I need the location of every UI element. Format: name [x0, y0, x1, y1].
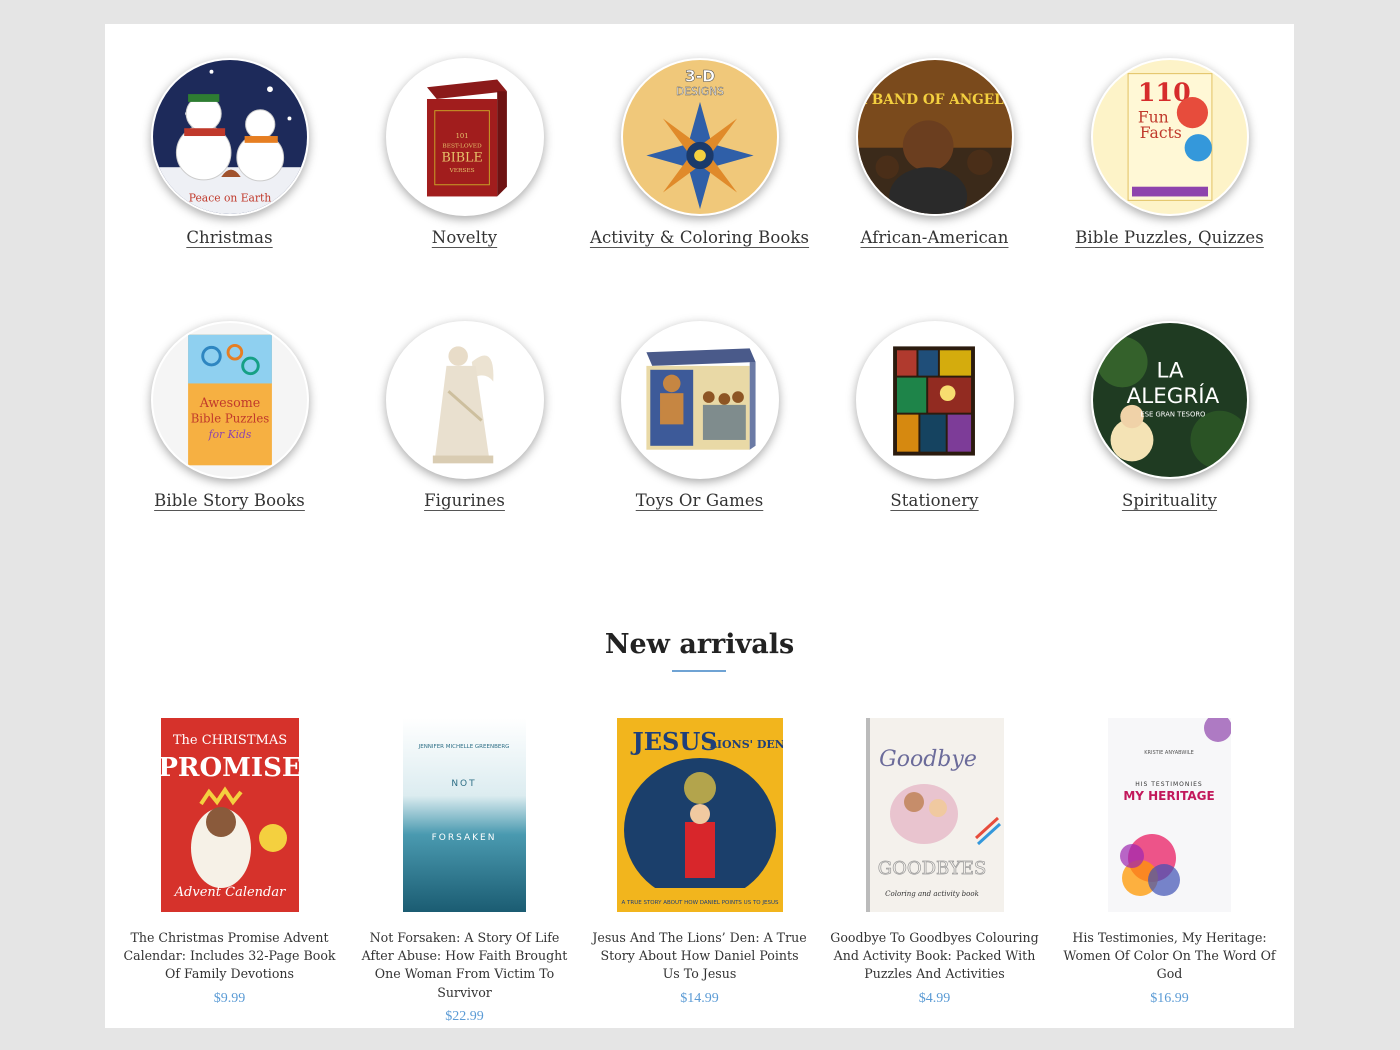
christmas-promise-cover-image: The CHRISTMAS PROMISE Advent Calendar	[160, 718, 299, 912]
category-stationery[interactable]: Stationery	[817, 321, 1052, 510]
product-price: $9.99	[213, 990, 246, 1006]
awesome-bible-puzzles-book-image: Awesome Bible Puzzles for Kids	[152, 323, 307, 477]
product-cover[interactable]: Goodbye GOODBYES Coloring and activity b…	[865, 718, 1004, 912]
svg-text:DESIGNS: DESIGNS	[675, 85, 723, 98]
product-price: $16.99	[1150, 990, 1189, 1006]
category-image-spirituality[interactable]: LA ALEGRÍA ESE GRAN TESORO	[1090, 321, 1249, 479]
category-label-bible-story[interactable]: Bible Story Books	[154, 491, 305, 510]
svg-text:BIBLE: BIBLE	[441, 149, 482, 164]
product-card[interactable]: Goodbye GOODBYES Coloring and activity b…	[817, 718, 1052, 1007]
svg-text:Advent Calendar: Advent Calendar	[173, 885, 285, 900]
angel-figurine-image	[387, 323, 542, 477]
svg-text:Goodbye: Goodbye	[879, 747, 977, 772]
category-label-african[interactable]: African-American	[861, 228, 1009, 247]
category-label-puzzles[interactable]: Bible Puzzles, Quizzes	[1075, 228, 1264, 247]
svg-text:PROMISE: PROMISE	[161, 753, 299, 783]
category-christmas[interactable]: Peace on Earth Christmas	[112, 58, 347, 247]
svg-text:3-D: 3-D	[684, 67, 714, 85]
svg-text:A TRUE STORY ABOUT HOW DANIEL: A TRUE STORY ABOUT HOW DANIEL POINTS US …	[621, 900, 778, 906]
svg-text:JENNIFER MICHELLE GREENBERG: JENNIFER MICHELLE GREENBERG	[418, 744, 510, 750]
svg-text:The CHRISTMAS: The CHRISTMAS	[172, 733, 286, 748]
category-image-puzzles[interactable]: 110 Fun Facts	[1090, 58, 1249, 216]
category-image-figurines[interactable]	[385, 321, 544, 479]
category-image-bible-story[interactable]: Awesome Bible Puzzles for Kids	[150, 321, 309, 479]
category-label-novelty[interactable]: Novelty	[432, 228, 497, 247]
product-price: $14.99	[680, 990, 719, 1006]
svg-text:JESUS: JESUS	[630, 727, 717, 756]
product-title[interactable]: His Testimonies, My Heritage: Women Of C…	[1052, 929, 1287, 984]
category-label-stationery[interactable]: Stationery	[890, 491, 978, 510]
category-figurines[interactable]: Figurines	[347, 321, 582, 510]
product-card[interactable]: The CHRISTMAS PROMISE Advent Calendar Th…	[112, 718, 347, 1007]
svg-text:Coloring and activity book: Coloring and activity book	[885, 890, 979, 898]
his-testimonies-cover-image: KRISTIE ANYABWILE HIS TESTIMONIES MY HER…	[1108, 718, 1231, 912]
svg-text:FORSAKEN: FORSAKEN	[432, 833, 497, 843]
product-cover[interactable]: KRISTIE ANYABWILE HIS TESTIMONIES MY HER…	[1108, 718, 1231, 912]
new-arrivals-heading: New arrivals	[604, 629, 795, 660]
product-cover[interactable]: JENNIFER MICHELLE GREENBERG NOT FORSAKEN	[403, 718, 526, 912]
3d-designs-book-image: 3-D DESIGNS	[622, 60, 777, 214]
category-image-activity[interactable]: 3-D DESIGNS	[620, 58, 779, 216]
category-african-american[interactable]: A BAND OF ANGELS African-American	[817, 58, 1052, 247]
category-label-toys[interactable]: Toys Or Games	[636, 491, 764, 510]
svg-text:VERSES: VERSES	[448, 168, 474, 174]
christmas-snowmen-image: Peace on Earth	[152, 60, 307, 214]
category-novelty[interactable]: 101 BEST-LOVED BIBLE VERSES Novelty	[347, 58, 582, 247]
product-cover[interactable]: JESUS LIONS' DEN A TRUE STORY ABOUT HOW …	[616, 718, 783, 912]
heading-underline	[672, 670, 726, 672]
svg-text:KRISTIE ANYABWILE: KRISTIE ANYABWILE	[1144, 750, 1194, 756]
product-title[interactable]: The Christmas Promise Advent Calendar: I…	[112, 929, 347, 984]
product-card[interactable]: KRISTIE ANYABWILE HIS TESTIMONIES MY HER…	[1052, 718, 1287, 1007]
band-of-angels-book-image: A BAND OF ANGELS	[857, 60, 1012, 214]
svg-text:MY HERITAGE: MY HERITAGE	[1123, 789, 1214, 803]
svg-text:NOT: NOT	[451, 779, 476, 789]
svg-text:Facts: Facts	[1139, 124, 1181, 142]
category-bible-story-books[interactable]: Awesome Bible Puzzles for Kids Bible Sto…	[112, 321, 347, 510]
product-price: $22.99	[445, 1008, 484, 1024]
category-activity-coloring[interactable]: 3-D DESIGNS Activity & Coloring Books	[582, 58, 817, 247]
bible-verses-box-image: 101 BEST-LOVED BIBLE VERSES	[387, 60, 542, 214]
category-image-toys[interactable]	[620, 321, 779, 479]
category-image-stationery[interactable]	[855, 321, 1014, 479]
category-toys-games[interactable]: Toys Or Games	[582, 321, 817, 510]
svg-text:for Kids: for Kids	[207, 428, 251, 441]
category-label-spirituality[interactable]: Spirituality	[1122, 491, 1217, 510]
category-image-christmas[interactable]: Peace on Earth	[150, 58, 309, 216]
svg-text:GOODBYES: GOODBYES	[877, 858, 986, 879]
svg-text:HIS TESTIMONIES: HIS TESTIMONIES	[1135, 781, 1202, 788]
svg-text:LIONS' DEN: LIONS' DEN	[709, 738, 783, 751]
product-title[interactable]: Not Forsaken: A Story Of Life After Abus…	[347, 929, 582, 1002]
category-label-activity[interactable]: Activity & Coloring Books	[590, 228, 809, 247]
svg-text:ALEGRÍA: ALEGRÍA	[1126, 383, 1219, 409]
svg-text:ESE GRAN TESORO: ESE GRAN TESORO	[1140, 411, 1205, 419]
svg-text:LA: LA	[1156, 359, 1183, 384]
category-label-christmas[interactable]: Christmas	[186, 228, 272, 247]
action-figures-box-image	[622, 323, 777, 477]
la-alegria-book-image: LA ALEGRÍA ESE GRAN TESORO	[1092, 323, 1247, 477]
product-title[interactable]: Goodbye To Goodbyes Colouring And Activi…	[817, 929, 1052, 984]
category-spirituality[interactable]: LA ALEGRÍA ESE GRAN TESORO Spirituality	[1052, 321, 1287, 510]
category-image-novelty[interactable]: 101 BEST-LOVED BIBLE VERSES	[385, 58, 544, 216]
category-label-figurines[interactable]: Figurines	[424, 491, 505, 510]
category-bible-puzzles[interactable]: 110 Fun Facts Bible Puzzles, Quizzes	[1052, 58, 1287, 247]
stained-glass-card-image	[857, 323, 1012, 477]
category-image-african[interactable]: A BAND OF ANGELS	[855, 58, 1014, 216]
svg-text:Peace on Earth: Peace on Earth	[188, 191, 271, 204]
content-panel: Peace on Earth Christmas 101 BEST-LOVED …	[105, 24, 1294, 1028]
svg-text:101: 101	[455, 132, 468, 140]
product-card[interactable]: JESUS LIONS' DEN A TRUE STORY ABOUT HOW …	[582, 718, 817, 1007]
svg-text:Awesome: Awesome	[198, 395, 260, 410]
product-cover[interactable]: The CHRISTMAS PROMISE Advent Calendar	[160, 718, 299, 912]
not-forsaken-cover-image: JENNIFER MICHELLE GREENBERG NOT FORSAKEN	[403, 718, 526, 912]
goodbye-to-goodbyes-cover-image: Goodbye GOODBYES Coloring and activity b…	[865, 718, 1004, 912]
product-price: $4.99	[918, 990, 951, 1006]
product-title[interactable]: Jesus And The Lions’ Den: A True Story A…	[582, 929, 817, 984]
fun-facts-book-image: 110 Fun Facts	[1092, 60, 1247, 214]
product-card[interactable]: JENNIFER MICHELLE GREENBERG NOT FORSAKEN…	[347, 718, 582, 1025]
svg-text:Bible Puzzles: Bible Puzzles	[190, 411, 269, 425]
svg-text:A BAND OF ANGELS: A BAND OF ANGELS	[858, 92, 1012, 108]
jesus-lions-den-cover-image: JESUS LIONS' DEN A TRUE STORY ABOUT HOW …	[616, 718, 783, 912]
